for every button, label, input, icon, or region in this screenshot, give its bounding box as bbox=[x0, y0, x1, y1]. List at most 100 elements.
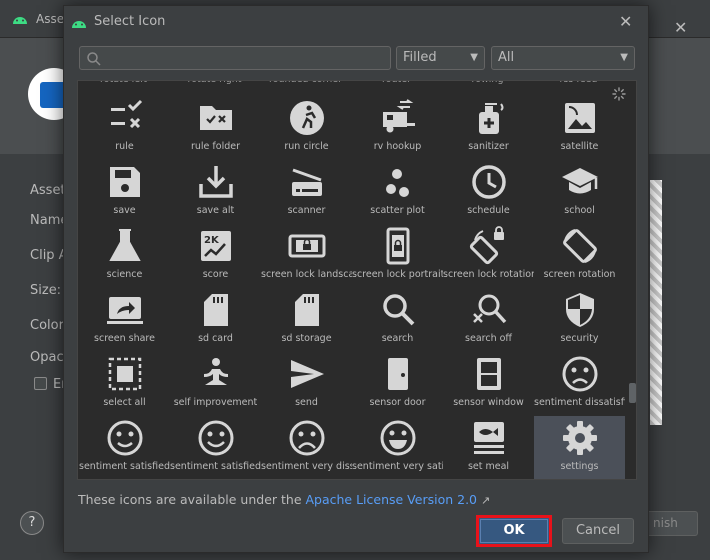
science-icon bbox=[109, 229, 141, 261]
icon-label: router bbox=[351, 81, 442, 85]
loading-spinner-icon bbox=[612, 87, 626, 101]
icon-cell[interactable]: send bbox=[261, 352, 352, 416]
icon-cell[interactable]: rv hookup bbox=[352, 96, 443, 160]
icon-label: settings bbox=[560, 461, 599, 472]
icon-cell[interactable]: sentiment very satisfied bbox=[352, 416, 443, 479]
icon-cell[interactable]: sentiment very dissatisfied bbox=[261, 416, 352, 479]
icon-label: save alt bbox=[196, 205, 235, 216]
icon-cell[interactable]: search off bbox=[443, 288, 534, 352]
icon-cell[interactable]: screen share bbox=[79, 288, 170, 352]
icon-cell[interactable]: sentiment satisfied bbox=[79, 416, 170, 479]
icon-cell[interactable]: rule folder bbox=[170, 96, 261, 160]
external-link-icon: ↗ bbox=[481, 494, 491, 507]
icon-cell[interactable]: sensor window bbox=[443, 352, 534, 416]
icon-label: rv hookup bbox=[373, 141, 422, 152]
category-select-value: All bbox=[498, 50, 515, 65]
icon-cell[interactable]: sd storage bbox=[261, 288, 352, 352]
rule-icon bbox=[111, 99, 143, 129]
icon-cell[interactable]: self improvement bbox=[170, 352, 261, 416]
icon-label: send bbox=[295, 397, 318, 408]
self-improvement-icon bbox=[204, 358, 228, 385]
icon-cell[interactable]: sentiment dissatisfied bbox=[534, 352, 625, 416]
icon-label: sensor door bbox=[369, 397, 426, 408]
sentiment-satisfied-alt-icon bbox=[198, 420, 234, 456]
icon-label: screen share bbox=[94, 333, 155, 344]
icon-cell[interactable]: sensor door bbox=[352, 352, 443, 416]
search-input[interactable] bbox=[79, 46, 391, 70]
clip-art-label: Clip A bbox=[30, 248, 68, 263]
select-icon-dialog: Select Icon ✕ Filled ▼ All ▼ rotate left… bbox=[63, 5, 649, 553]
set-meal-icon bbox=[474, 422, 504, 454]
scatter-plot-icon bbox=[386, 169, 409, 197]
icon-cell[interactable]: sentiment satisfied alt bbox=[170, 416, 261, 479]
icon-cell[interactable]: sd card bbox=[170, 288, 261, 352]
icon-cell[interactable]: screen lock landscape bbox=[261, 224, 352, 288]
license-link[interactable]: Apache License Version 2.0 bbox=[305, 492, 477, 507]
icon-label: sentiment satisfied alt bbox=[170, 461, 261, 472]
icon-label: save bbox=[113, 205, 136, 216]
icon-label: search off bbox=[465, 333, 512, 344]
icon-label: rotate left bbox=[78, 81, 169, 85]
icon-label: sentiment very satisfied bbox=[352, 461, 443, 472]
screen-lock-landscape-icon bbox=[288, 234, 326, 258]
style-select[interactable]: Filled ▼ bbox=[396, 46, 485, 70]
icon-label: screen rotation bbox=[543, 269, 616, 280]
icon-label: self improvement bbox=[173, 397, 258, 408]
icon-cell[interactable]: run circle bbox=[261, 96, 352, 160]
settings-icon bbox=[563, 421, 597, 455]
icon-cell[interactable]: rule bbox=[79, 96, 170, 160]
sd-card-icon bbox=[204, 294, 228, 326]
cancel-button[interactable]: Cancel bbox=[562, 518, 634, 544]
search-icon bbox=[87, 52, 101, 66]
icon-label: satellite bbox=[560, 141, 599, 152]
icon-cell[interactable]: set meal bbox=[443, 416, 534, 479]
icon-cell[interactable]: screen rotation bbox=[534, 224, 625, 288]
icon-cell[interactable]: school bbox=[534, 160, 625, 224]
icon-cell[interactable]: settings bbox=[534, 416, 625, 479]
asset-studio-close-icon[interactable]: ✕ bbox=[674, 18, 687, 37]
icon-cell[interactable]: sanitizer bbox=[443, 96, 534, 160]
license-notice: These icons are available under the Apac… bbox=[78, 492, 490, 507]
schedule-icon bbox=[472, 165, 506, 199]
select-all-icon bbox=[108, 357, 142, 391]
icon-cell[interactable]: scatter plot bbox=[352, 160, 443, 224]
ok-button[interactable]: OK bbox=[476, 515, 552, 547]
satellite-icon bbox=[565, 103, 595, 133]
category-select[interactable]: All ▼ bbox=[491, 46, 635, 70]
icon-label: scatter plot bbox=[370, 205, 425, 216]
screen-lock-rotation-icon bbox=[469, 226, 504, 265]
rule-folder-icon bbox=[200, 106, 232, 130]
icon-cell[interactable]: screen lock rotation bbox=[443, 224, 534, 288]
icon-cell[interactable]: science bbox=[79, 224, 170, 288]
icon-cell[interactable]: screen lock portrait bbox=[352, 224, 443, 288]
icon-cell[interactable]: security bbox=[534, 288, 625, 352]
sanitizer-icon bbox=[479, 103, 504, 134]
icon-cell[interactable]: scanner bbox=[261, 160, 352, 224]
icon-grid: rotate leftrotate rightrounded cornerrou… bbox=[77, 80, 637, 480]
scrollbar-thumb[interactable] bbox=[629, 383, 636, 403]
icon-cell[interactable]: save alt bbox=[170, 160, 261, 224]
grid-scrollbar[interactable] bbox=[629, 81, 636, 479]
icon-cell[interactable]: select all bbox=[79, 352, 170, 416]
icon-cell[interactable]: schedule bbox=[443, 160, 534, 224]
screen-lock-portrait-icon bbox=[386, 227, 410, 265]
icon-label: sentiment satisfied bbox=[79, 461, 170, 472]
icon-label: sentiment very dissatisfied bbox=[261, 461, 352, 472]
icon-cell[interactable]: satellite bbox=[534, 96, 625, 160]
scanner-icon bbox=[292, 168, 322, 196]
icon-label: screen lock rotation bbox=[443, 269, 534, 280]
icon-label: sd card bbox=[198, 333, 233, 344]
dialog-title: Select Icon bbox=[94, 14, 166, 29]
icon-cell[interactable]: 2K score bbox=[170, 224, 261, 288]
rv-hookup-icon bbox=[383, 99, 415, 133]
help-button[interactable]: ? bbox=[20, 511, 44, 535]
enable-checkbox[interactable] bbox=[34, 377, 47, 390]
sentiment-dissatisfied-icon bbox=[562, 356, 598, 392]
asset-type-label: Asset bbox=[30, 183, 66, 198]
icon-cell[interactable]: search bbox=[352, 288, 443, 352]
icon-cell[interactable]: save bbox=[79, 160, 170, 224]
search-icon bbox=[383, 294, 415, 326]
icon-label: security bbox=[560, 333, 599, 344]
close-icon[interactable]: ✕ bbox=[619, 12, 632, 31]
icon-label: set meal bbox=[467, 461, 510, 472]
